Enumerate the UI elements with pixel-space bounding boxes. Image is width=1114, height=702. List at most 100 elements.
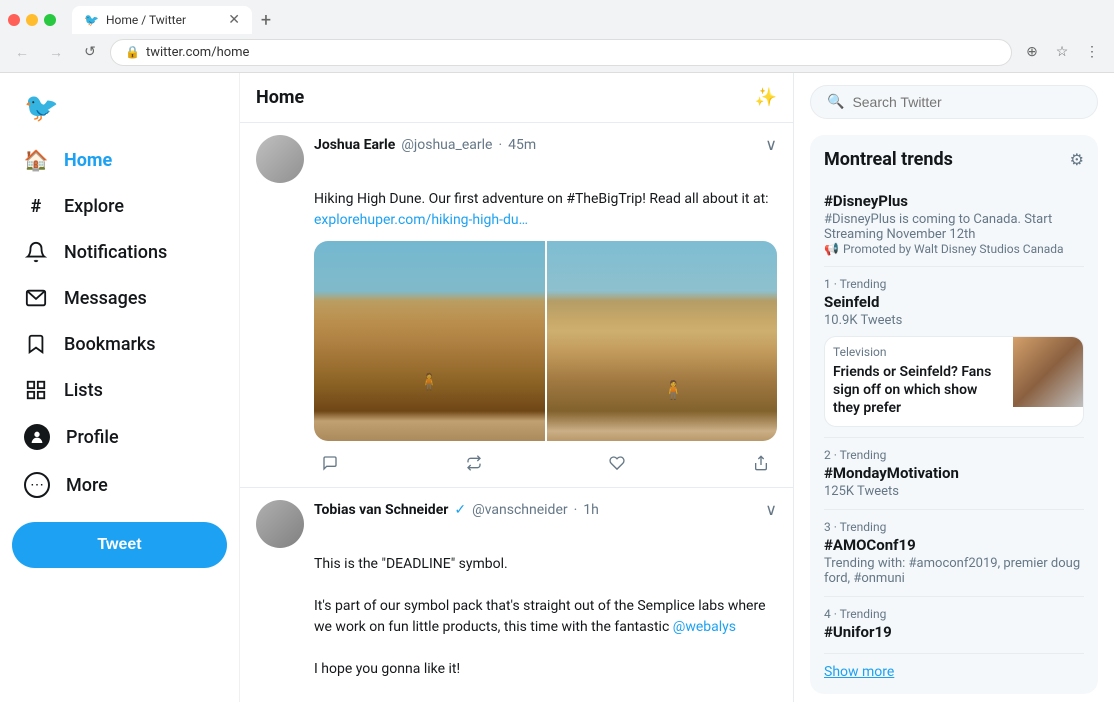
tweet-images: 🧍 🧍 bbox=[314, 241, 777, 441]
twitter-logo[interactable]: 🐦 bbox=[12, 81, 227, 134]
tweet-time: 1h bbox=[583, 502, 599, 518]
home-icon: 🏠 bbox=[24, 148, 48, 172]
new-tab-button[interactable]: + bbox=[252, 6, 280, 34]
avatar bbox=[256, 500, 304, 548]
trend-name[interactable]: #DisneyPlus bbox=[824, 192, 1084, 210]
explore-icon: # bbox=[24, 194, 48, 218]
tweet-link[interactable]: explorehuper.com/hiking-high-du… bbox=[314, 212, 528, 228]
app-body: 🐦 🏠 Home # Explore Notifications Message… bbox=[0, 73, 1114, 702]
sparkle-icon[interactable]: ✨ bbox=[755, 87, 777, 108]
feed-title: Home bbox=[256, 87, 304, 108]
tweet-author-line: Tobias van Schneider ✓ @vanschneider · 1… bbox=[314, 500, 777, 519]
trend-card-title: Friends or Seinfeld? Fans sign off on wh… bbox=[833, 363, 997, 418]
browser-chrome: 🐦 Home / Twitter ✕ + ← → ↺ 🔒 twitter.com… bbox=[0, 0, 1114, 73]
trend-card-text: Television Friends or Seinfeld? Fans sig… bbox=[825, 337, 1005, 426]
trend-meta: 4 · Trending bbox=[824, 607, 1084, 621]
sidebar-item-more[interactable]: ⋯ More bbox=[12, 462, 227, 508]
tweet-meta: Joshua Earle @joshua_earle · 45m ∨ bbox=[314, 135, 777, 154]
profile-icon bbox=[24, 424, 50, 450]
active-tab[interactable]: 🐦 Home / Twitter ✕ bbox=[72, 6, 252, 34]
traffic-lights bbox=[8, 14, 56, 26]
verified-badge: ✓ bbox=[454, 502, 466, 518]
search-box[interactable]: 🔍 bbox=[810, 85, 1098, 119]
minimize-traffic-light[interactable] bbox=[26, 14, 38, 26]
trend-name[interactable]: Seinfeld bbox=[824, 293, 1084, 311]
bookmark-icon bbox=[24, 332, 48, 356]
tweet-chevron[interactable]: ∨ bbox=[765, 500, 777, 519]
sidebar-item-lists[interactable]: Lists bbox=[12, 368, 227, 412]
sidebar-label-messages: Messages bbox=[64, 288, 147, 309]
sidebar-item-profile[interactable]: Profile bbox=[12, 414, 227, 460]
tab-title: Home / Twitter bbox=[106, 13, 220, 27]
avatar bbox=[256, 135, 304, 183]
trend-item-amoconf19: 3 · Trending #AMOConf19 Trending with: #… bbox=[824, 510, 1084, 597]
sidebar-item-notifications[interactable]: Notifications bbox=[12, 230, 227, 274]
maximize-traffic-light[interactable] bbox=[44, 14, 56, 26]
author-name: Joshua Earle bbox=[314, 137, 395, 153]
trend-trending-with: Trending with: #amoconf2019, premier dou… bbox=[824, 556, 1084, 586]
sidebar-label-profile: Profile bbox=[66, 427, 119, 448]
trend-promoted: 📢 Promoted by Walt Disney Studios Canada bbox=[824, 242, 1084, 256]
trend-item-seinfeld: 1 · Trending Seinfeld 10.9K Tweets Telev… bbox=[824, 267, 1084, 438]
refresh-button[interactable]: ↺ bbox=[76, 38, 104, 66]
search-icon: 🔍 bbox=[827, 94, 844, 110]
sidebar: 🐦 🏠 Home # Explore Notifications Message… bbox=[0, 73, 240, 702]
tweet-card: Tobias van Schneider ✓ @vanschneider · 1… bbox=[240, 488, 793, 702]
search-input[interactable] bbox=[852, 94, 1081, 110]
sidebar-label-bookmarks: Bookmarks bbox=[64, 334, 156, 355]
trend-meta: 3 · Trending bbox=[824, 520, 1084, 534]
url-text: twitter.com/home bbox=[146, 45, 997, 60]
tweet-header: Joshua Earle @joshua_earle · 45m ∨ bbox=[256, 135, 777, 183]
trend-meta: 1 · Trending bbox=[824, 277, 1084, 291]
back-button[interactable]: ← bbox=[8, 38, 36, 66]
extensions-button[interactable]: ⊕ bbox=[1018, 38, 1046, 66]
trends-header: Montreal trends ⚙ bbox=[824, 149, 1084, 170]
sidebar-item-bookmarks[interactable]: Bookmarks bbox=[12, 322, 227, 366]
tweet-button[interactable]: Tweet bbox=[12, 522, 227, 568]
address-bar[interactable]: 🔒 twitter.com/home bbox=[110, 39, 1012, 66]
show-more-link[interactable]: Show more bbox=[824, 664, 1084, 680]
feed-header: Home ✨ bbox=[240, 73, 793, 123]
promoted-icon: 📢 bbox=[824, 242, 839, 256]
envelope-icon bbox=[24, 286, 48, 310]
trend-item-unifor19: 4 · Trending #Unifor19 bbox=[824, 597, 1084, 654]
bookmark-star-button[interactable]: ☆ bbox=[1048, 38, 1076, 66]
author-handle: @joshua_earle bbox=[401, 137, 492, 153]
sidebar-label-lists: Lists bbox=[64, 380, 103, 401]
trends-title: Montreal trends bbox=[824, 149, 953, 170]
trend-name[interactable]: #MondayMotivation bbox=[824, 464, 1084, 482]
trend-count: 10.9K Tweets bbox=[824, 313, 1084, 328]
tweet-time: 45m bbox=[508, 137, 536, 153]
author-handle: @vanschneider bbox=[472, 502, 567, 518]
share-action[interactable] bbox=[745, 451, 777, 475]
sidebar-item-explore[interactable]: # Explore bbox=[12, 184, 227, 228]
trend-item-disneyplus: #DisneyPlus #DisneyPlus is coming to Can… bbox=[824, 182, 1084, 267]
main-feed: Home ✨ Joshua Earle @joshua_earle · 45m … bbox=[240, 73, 794, 702]
sidebar-label-more: More bbox=[66, 475, 108, 496]
address-bar-row: ← → ↺ 🔒 twitter.com/home ⊕ ☆ ⋮ bbox=[0, 34, 1114, 72]
tweet-webalys-link[interactable]: @webalys bbox=[673, 619, 736, 635]
sidebar-label-explore: Explore bbox=[64, 196, 124, 217]
sidebar-item-messages[interactable]: Messages bbox=[12, 276, 227, 320]
trend-name[interactable]: #AMOConf19 bbox=[824, 536, 1084, 554]
tweet-header: Tobias van Schneider ✓ @vanschneider · 1… bbox=[256, 500, 777, 548]
tweet-text: Hiking High Dune. Our first adventure on… bbox=[314, 189, 777, 231]
close-traffic-light[interactable] bbox=[8, 14, 20, 26]
comment-action[interactable] bbox=[314, 451, 346, 475]
settings-icon[interactable]: ⚙ bbox=[1070, 150, 1084, 169]
tab-favicon: 🐦 bbox=[84, 13, 98, 27]
like-action[interactable] bbox=[601, 451, 633, 475]
forward-button[interactable]: → bbox=[42, 38, 70, 66]
lists-icon bbox=[24, 378, 48, 402]
trend-name[interactable]: #Unifor19 bbox=[824, 623, 1084, 641]
trend-count: 125K Tweets bbox=[824, 484, 1084, 499]
browser-controls bbox=[8, 6, 68, 34]
menu-button[interactable]: ⋮ bbox=[1078, 38, 1106, 66]
trend-card-image bbox=[1013, 337, 1083, 407]
retweet-action[interactable] bbox=[458, 451, 490, 475]
trend-item-mondaymotivation: 2 · Trending #MondayMotivation 125K Twee… bbox=[824, 438, 1084, 510]
tweet-chevron[interactable]: ∨ bbox=[765, 135, 777, 154]
sidebar-item-home[interactable]: 🏠 Home bbox=[12, 138, 227, 182]
tab-close-button[interactable]: ✕ bbox=[228, 12, 240, 28]
tweet-actions bbox=[314, 451, 777, 475]
